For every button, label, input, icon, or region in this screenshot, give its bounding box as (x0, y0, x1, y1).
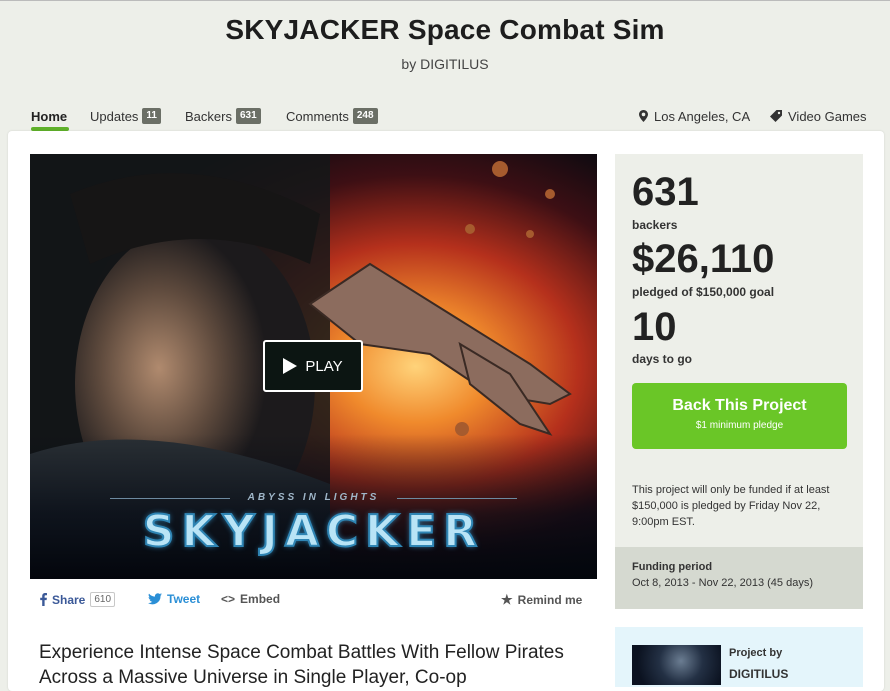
project-byline[interactable]: by DIGITILUS (0, 56, 890, 72)
share-count: 610 (90, 592, 116, 607)
days-to-go-label: days to go (632, 352, 693, 366)
project-video[interactable]: ABYSS IN LIGHTS SKYJACKER PLAY (30, 154, 597, 579)
project-title: SKYJACKER Space Combat Sim (225, 14, 665, 45)
play-button[interactable]: PLAY (263, 340, 363, 392)
share-bar: Share 610 Tweet <> Embed ★ Remind me (30, 588, 597, 612)
video-tagline: ABYSS IN LIGHTS (247, 492, 380, 503)
remind-me-button[interactable]: ★ Remind me (501, 592, 582, 608)
code-brackets-icon: <> (221, 592, 236, 606)
share-label: Share (52, 592, 86, 607)
embed-button[interactable]: <> Embed (221, 592, 280, 606)
tweet-label: Tweet (167, 592, 201, 606)
top-border (0, 0, 890, 1)
map-pin-icon (639, 110, 648, 122)
tab-updates[interactable]: Updates 11 (90, 104, 161, 128)
back-this-project-button[interactable]: Back This Project $1 minimum pledge (632, 383, 847, 449)
remind-label: Remind me (517, 593, 583, 607)
play-label: PLAY (305, 357, 343, 375)
location-label: Los Angeles, CA (654, 108, 751, 124)
tab-comments-label: Comments (286, 108, 349, 124)
star-icon: ★ (501, 592, 513, 607)
pledged-label: pledged of $150,000 goal (632, 285, 775, 299)
backers-label: backers (632, 218, 678, 232)
twitter-bird-icon (148, 593, 162, 605)
location-link[interactable]: Los Angeles, CA (639, 104, 750, 128)
tab-comments[interactable]: Comments 248 (286, 104, 378, 128)
category-label: Video Games (788, 108, 867, 124)
funding-period-heading: Funding period (632, 561, 713, 573)
play-icon (283, 358, 298, 374)
updates-count-badge: 11 (142, 108, 161, 124)
funding-note: This project will only be funded if at l… (632, 484, 830, 528)
back-button-label: Back This Project (672, 397, 807, 414)
embed-label: Embed (240, 592, 281, 606)
funding-period-box: Funding period Oct 8, 2013 - Nov 22, 201… (615, 547, 863, 609)
backers-count: 631 (632, 170, 699, 214)
tab-home-label: Home (31, 108, 68, 124)
tweet-button[interactable]: Tweet (148, 592, 200, 606)
creator-avatar[interactable] (632, 645, 721, 685)
skyjacker-logo: SKYJACKER (142, 505, 485, 558)
creator-name[interactable]: DIGITILUS (729, 667, 788, 681)
minimum-pledge-label: $1 minimum pledge (695, 420, 784, 431)
days-to-go-count: 10 (632, 305, 677, 349)
comments-count-badge: 248 (352, 108, 378, 124)
project-nav: Home Updates 11 Backers 631 Comments 248… (0, 104, 890, 132)
tab-updates-label: Updates (90, 108, 139, 124)
creator-heading: Project by (729, 647, 783, 659)
stats-panel: 631 backers $26,110 pledged of $150,000 … (615, 154, 863, 609)
tab-backers-label: Backers (185, 108, 232, 124)
facebook-share-button[interactable]: Share 610 (40, 592, 116, 607)
facebook-icon (40, 593, 47, 606)
tag-icon (770, 110, 782, 122)
pledged-amount: $26,110 (632, 237, 775, 281)
creator-panel: Project by DIGITILUS (615, 627, 863, 687)
backers-count-badge: 631 (235, 108, 261, 124)
funding-period-dates: Oct 8, 2013 - Nov 22, 2013 (45 days) (632, 577, 813, 589)
project-blurb: Experience Intense Space Combat Battles … (39, 642, 564, 688)
tab-backers[interactable]: Backers 631 (185, 104, 261, 128)
category-link[interactable]: Video Games (770, 104, 867, 128)
tab-home[interactable]: Home (31, 104, 67, 128)
